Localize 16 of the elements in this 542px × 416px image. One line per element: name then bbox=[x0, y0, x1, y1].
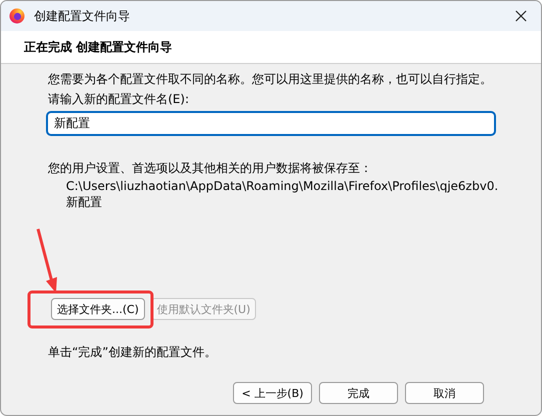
field-label: 请输入新的配置文件名(E): bbox=[48, 91, 190, 108]
name-input-field[interactable]: 新配置 bbox=[46, 111, 496, 136]
intro-text: 您需要为各个配置文件取不同的名称。您可以用这里提供的名称，也可以自行指定。 bbox=[48, 71, 493, 88]
finish-note: 单击“完成”创建新的配置文件。 bbox=[48, 344, 218, 361]
close-icon[interactable] bbox=[515, 10, 527, 22]
folder-button[interactable]: 选择文件夹...(C) bbox=[51, 298, 145, 320]
wizard-heading: 正在完成 创建配置文件向导 bbox=[24, 38, 172, 56]
path-text: 新配置 bbox=[65, 194, 103, 210]
browser-logo-icon bbox=[9, 8, 25, 24]
path-text: C:\Users\liuzhaotian\AppData\Roaming\Mozilla\Firefox\Profiles\qje6zbv0. bbox=[65, 178, 495, 194]
window-title: 创建配置文件向导 bbox=[34, 8, 131, 24]
dialog-button[interactable]: 完成 bbox=[319, 382, 398, 404]
annotation-arrow bbox=[36, 228, 57, 293]
dialog-button[interactable]: < 上一步(B) bbox=[233, 382, 312, 404]
dialog-button[interactable]: 取消 bbox=[405, 382, 484, 404]
save-note: 您的用户设置、首选项以及其他相关的用户数据将被保存至： bbox=[48, 160, 373, 177]
